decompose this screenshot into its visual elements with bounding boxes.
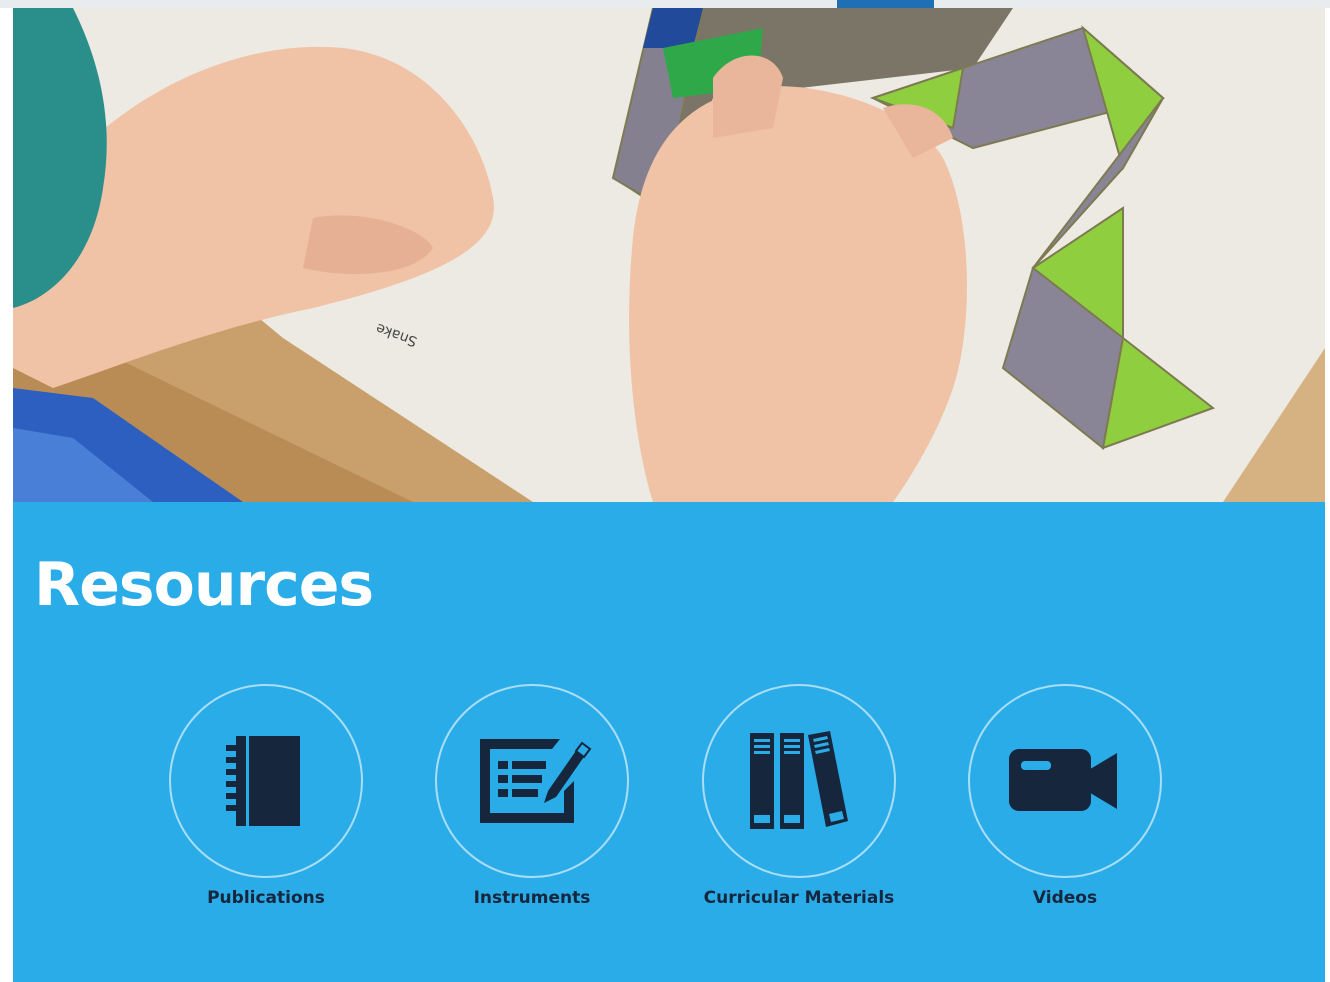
resources-title: Resources: [34, 550, 374, 620]
curricular-materials-circle[interactable]: [702, 684, 896, 878]
top-nav-strip: [0, 0, 1330, 8]
resource-publications[interactable]: Publications: [146, 684, 386, 908]
hero-image: Snake: [13, 8, 1325, 502]
page: Snake Resources Publications Instruments…: [0, 0, 1330, 982]
instruments-label[interactable]: Instruments: [412, 888, 652, 908]
publications-circle[interactable]: [169, 684, 363, 878]
resource-videos[interactable]: Videos: [945, 684, 1185, 908]
resources-section: Resources Publications Instruments Curri…: [13, 502, 1325, 982]
resource-instruments[interactable]: Instruments: [412, 684, 652, 908]
resource-curricular-materials[interactable]: Curricular Materials: [679, 684, 919, 908]
instruments-circle[interactable]: [435, 684, 629, 878]
videos-circle[interactable]: [968, 684, 1162, 878]
active-nav-tab[interactable]: [837, 0, 934, 8]
video-camera-icon: [1009, 749, 1117, 811]
notebook-icon: [226, 736, 300, 826]
form-with-pencil-icon: [480, 739, 592, 823]
curricular-materials-label[interactable]: Curricular Materials: [679, 888, 919, 908]
videos-label[interactable]: Videos: [945, 888, 1185, 908]
books-icon: [750, 731, 848, 829]
publications-label[interactable]: Publications: [146, 888, 386, 908]
